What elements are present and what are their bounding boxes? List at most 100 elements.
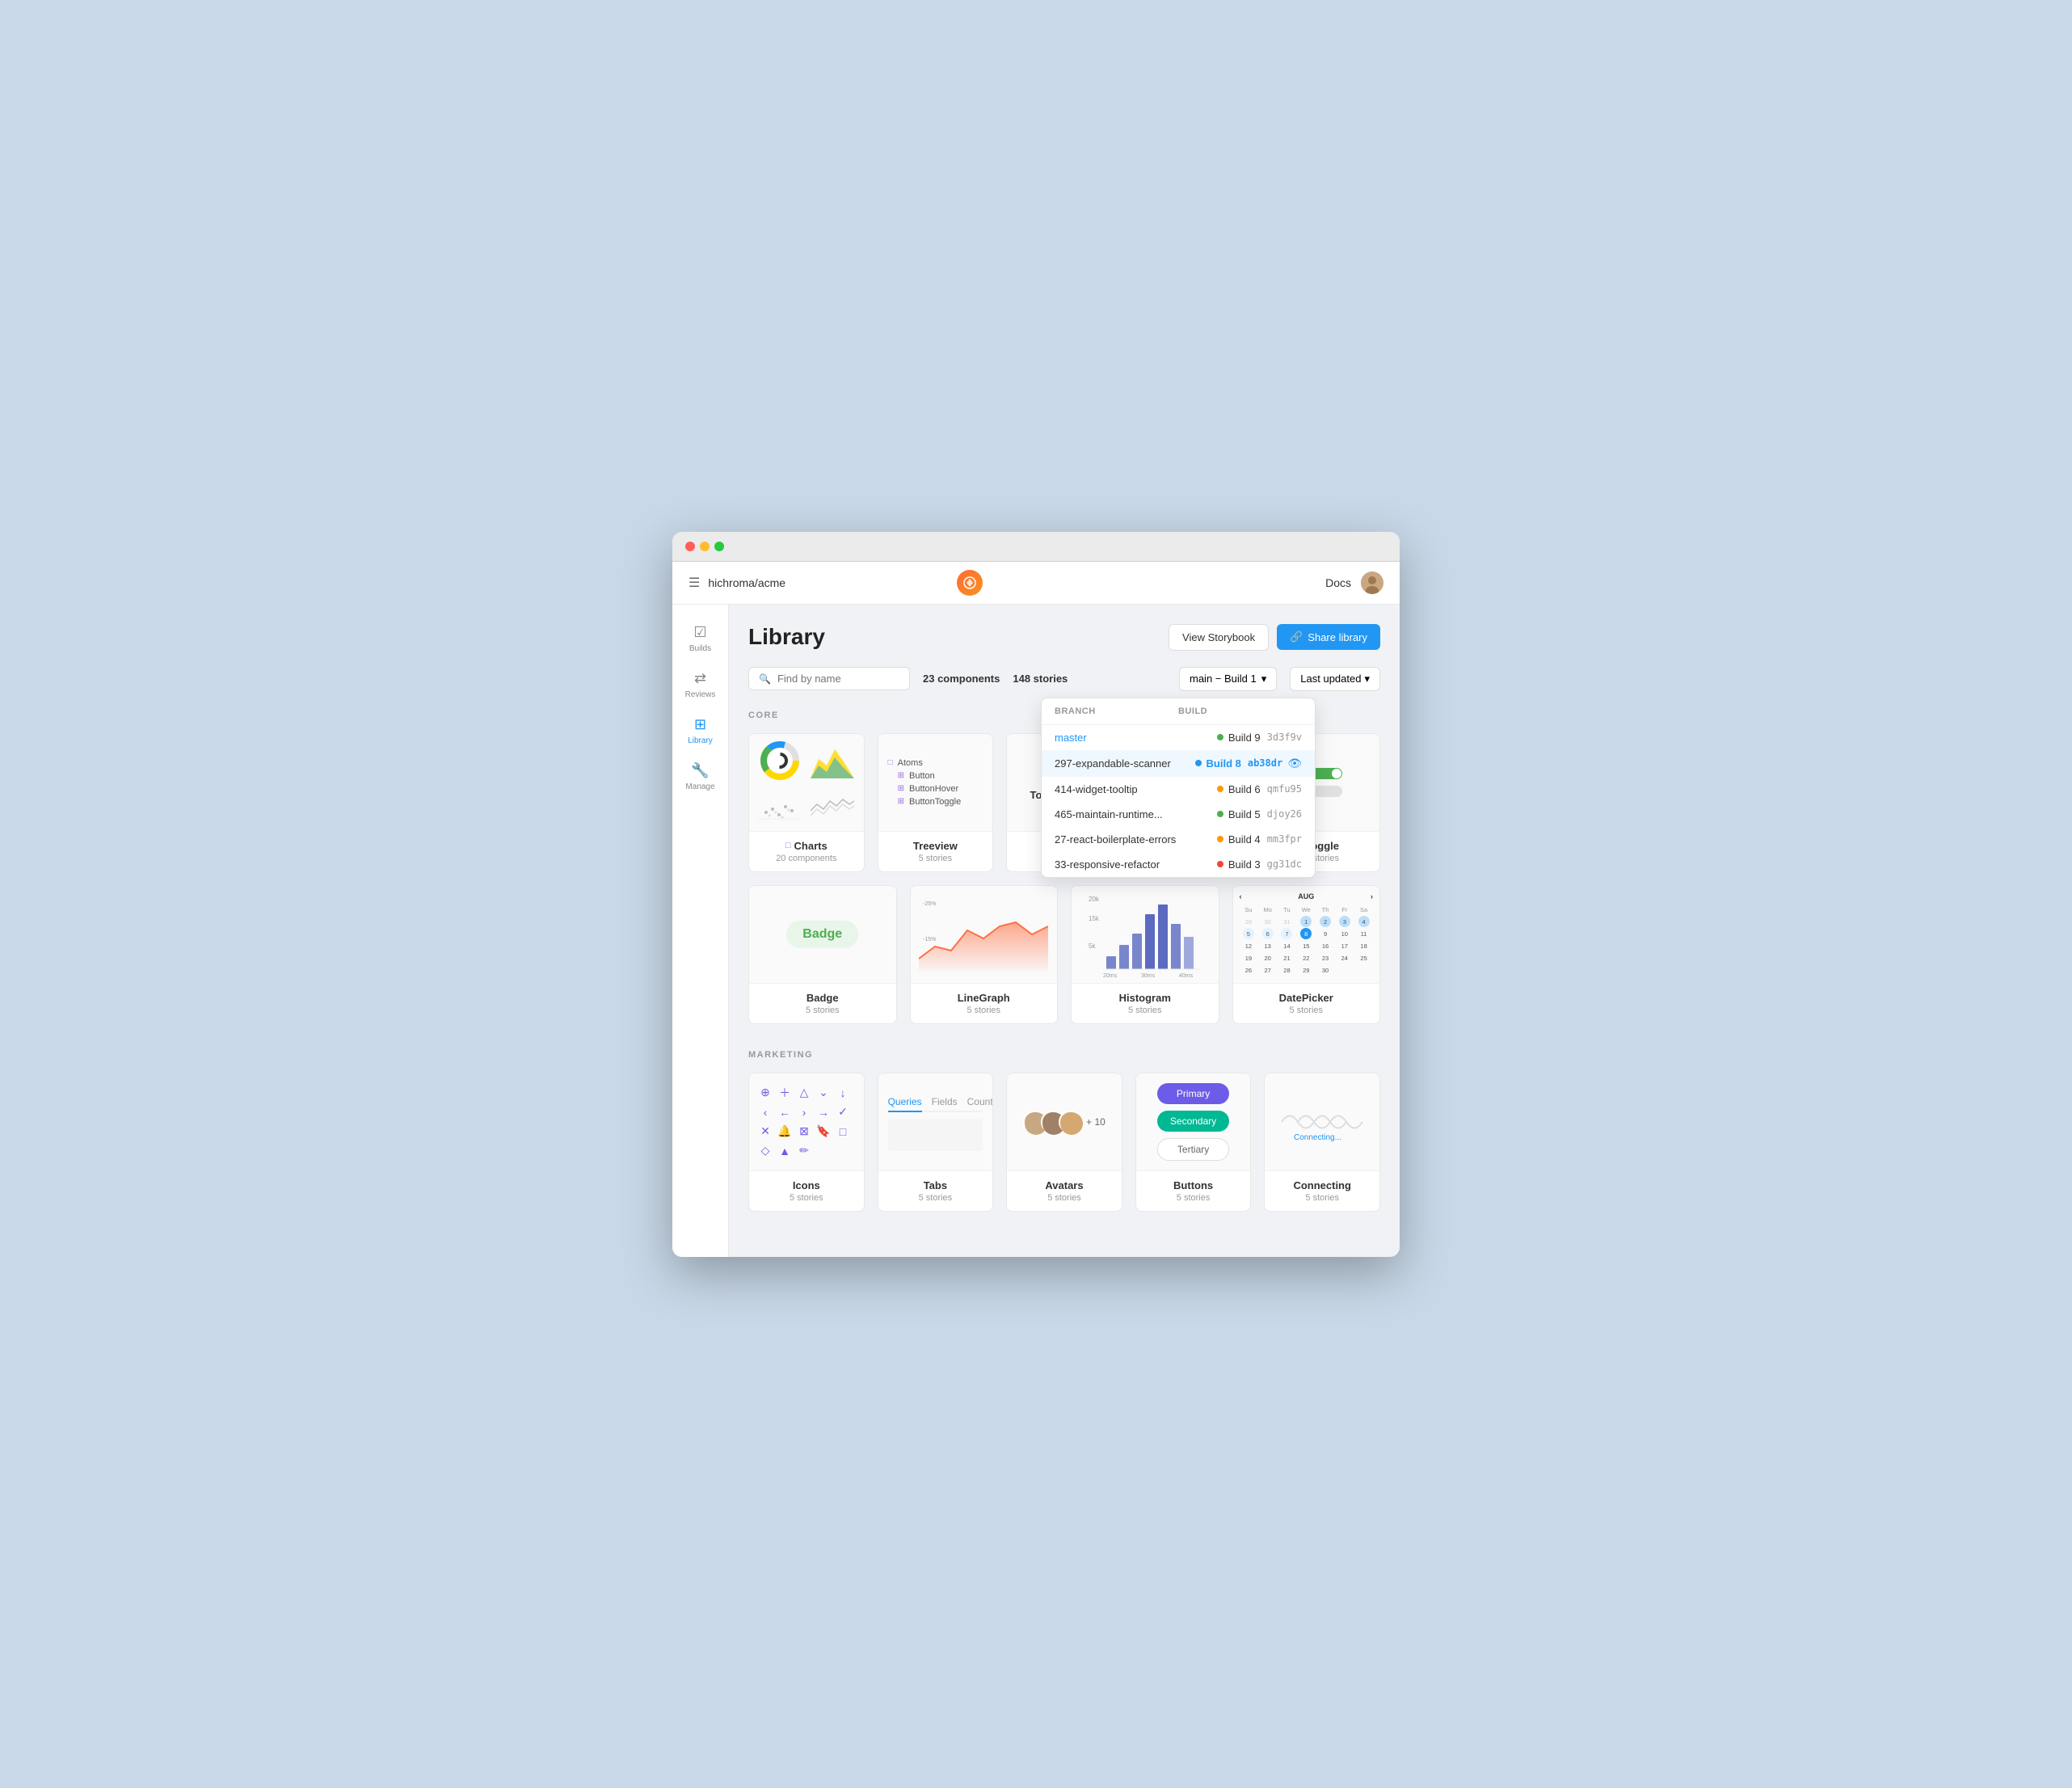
traffic-lights	[685, 542, 724, 551]
sidebar-label-manage: Manage	[685, 782, 714, 792]
share-library-button[interactable]: 🔗 Share library	[1277, 624, 1380, 650]
sidebar-item-library[interactable]: ⊞ Library	[678, 710, 723, 753]
branch-col-header: BRANCH	[1055, 706, 1178, 716]
component-card-treeview[interactable]: □ Atoms ⊞ Button ⊞ ButtonHover	[878, 733, 994, 872]
svg-text:-25%: -25%	[923, 901, 936, 907]
component-card-connecting[interactable]: Connecting... Connecting 5 stories	[1264, 1073, 1380, 1212]
chevron-down-icon: ▾	[1261, 673, 1267, 685]
page-header: Library View Storybook 🔗 Share library	[748, 624, 1380, 651]
sidebar-item-builds[interactable]: ☑ Builds	[678, 618, 723, 660]
search-icon: 🔍	[759, 673, 771, 685]
build-number-master: Build 9	[1228, 732, 1261, 744]
component-card-histogram[interactable]: 20k 15k 5k 20ms 30ms	[1071, 885, 1219, 1024]
branch-row-414[interactable]: 414-widget-tooltip Build 6 qmfu95	[1042, 777, 1315, 802]
minimize-button[interactable]	[700, 542, 710, 551]
linegraph-footer: LineGraph 5 stories	[911, 983, 1058, 1023]
icon-display: ◇	[759, 1145, 772, 1158]
connecting-card-meta: 5 stories	[1274, 1193, 1370, 1203]
maximize-button[interactable]	[714, 542, 724, 551]
build-dot-33	[1217, 861, 1223, 867]
topnav-right: Docs	[1325, 571, 1383, 594]
tabs-content: Queries Fields Count	[878, 1083, 993, 1161]
buttons-preview: Primary Secondary Tertiary	[1136, 1073, 1251, 1170]
badge-preview: Badge	[749, 886, 896, 983]
sidebar-label-reviews: Reviews	[685, 690, 716, 700]
topnav-left: ☰ hichroma/acme	[689, 575, 785, 591]
component-card-charts[interactable]: □ Charts 20 components	[748, 733, 865, 872]
docs-link[interactable]: Docs	[1325, 576, 1351, 589]
tabs-row: Queries Fields Count	[888, 1093, 983, 1112]
treeview-card-meta: 5 stories	[888, 854, 983, 863]
search-box[interactable]: 🔍	[748, 667, 910, 690]
sidebar-label-library: Library	[688, 736, 713, 746]
build-number-27: Build 4	[1228, 833, 1261, 846]
branch-row-465[interactable]: 465-maintain-runtime... Build 5 djoy26	[1042, 802, 1315, 827]
datepicker-footer: DatePicker 5 stories	[1233, 983, 1380, 1023]
datepicker-content: ‹ AUG › Su Mo Tu We Th Fr	[1233, 886, 1380, 982]
svg-text:5k: 5k	[1089, 942, 1096, 950]
sidebar-item-manage[interactable]: 🔧 Manage	[678, 756, 723, 799]
buttons-card-meta: 5 stories	[1146, 1193, 1241, 1203]
logo-icon	[957, 570, 983, 596]
icon-display: ›	[798, 1106, 811, 1119]
tab-fields[interactable]: Fields	[932, 1093, 958, 1111]
icon-display: ▲	[778, 1145, 791, 1158]
branch-row-27[interactable]: 27-react-boilerplate-errors Build 4 mm3f…	[1042, 827, 1315, 852]
build-number-297: Build 8	[1207, 757, 1241, 770]
marketing-grid: ⊕ ＋ △ ⌄ ↓ ‹ ← › → ✓ ✕ 🔔 ⊠	[748, 1073, 1380, 1212]
svg-text:30ms: 30ms	[1141, 973, 1156, 979]
treeview-content: □ Atoms ⊞ Button ⊞ ButtonHover	[878, 747, 993, 818]
share-icon: 🔗	[1290, 630, 1303, 643]
branch-row-297[interactable]: 297-expandable-scanner Build 8 ab38dr 👁	[1042, 750, 1315, 777]
branch-row-33[interactable]: 33-responsive-refactor Build 3 gg31dc	[1042, 852, 1315, 877]
user-avatar[interactable]	[1361, 571, 1383, 594]
branch-name-master: master	[1055, 732, 1211, 744]
component-card-datepicker[interactable]: ‹ AUG › Su Mo Tu We Th Fr	[1232, 885, 1381, 1024]
icon-display: □	[836, 1125, 849, 1138]
avatar-stack	[1023, 1111, 1081, 1133]
linegraph-card-meta: 5 stories	[920, 1006, 1048, 1015]
component-card-linegraph[interactable]: -25% -15% LineGraph 5 stories	[910, 885, 1059, 1024]
treeview-footer: Treeview 5 stories	[878, 831, 993, 871]
last-updated-selector[interactable]: Last updated ▾	[1290, 667, 1380, 691]
component-card-badge[interactable]: Badge Badge 5 stories	[748, 885, 897, 1024]
cal-grid: Su Mo Tu We Th Fr Sa 29 30 31 1	[1240, 904, 1374, 976]
charts-preview	[749, 734, 864, 831]
tree-item-atoms: □ Atoms	[888, 757, 983, 770]
branch-name-297: 297-expandable-scanner	[1055, 757, 1189, 770]
marketing-section-label: MARKETING	[748, 1050, 1380, 1060]
component-card-icons[interactable]: ⊕ ＋ △ ⌄ ↓ ‹ ← › → ✓ ✕ 🔔 ⊠	[748, 1073, 865, 1212]
view-storybook-button[interactable]: View Storybook	[1169, 624, 1269, 651]
close-button[interactable]	[685, 542, 695, 551]
chevron-down-icon: ▾	[1364, 673, 1370, 685]
main-layout: ☑ Builds ⇄ Reviews ⊞ Library 🔧 Manage Li…	[672, 605, 1400, 1257]
connecting-content: Connecting...	[1265, 1088, 1379, 1156]
cal-month: AUG	[1298, 892, 1314, 900]
charts-footer: □ Charts 20 components	[749, 831, 864, 871]
avatars-preview: + 10	[1007, 1073, 1122, 1170]
component-card-tabs[interactable]: Queries Fields Count Tabs 5 stories	[878, 1073, 994, 1212]
charts-card-name: Charts	[794, 840, 828, 852]
branch-row-master[interactable]: master Build 9 3d3f9v	[1042, 725, 1315, 750]
build-hash-27: mm3fpr	[1267, 833, 1302, 845]
tab-count[interactable]: Count	[967, 1093, 993, 1111]
svg-text:20k: 20k	[1089, 896, 1100, 903]
build-hash-master: 3d3f9v	[1267, 732, 1302, 743]
tab-queries[interactable]: Queries	[888, 1093, 922, 1112]
branch-selector[interactable]: main − Build 1 ▾	[1179, 667, 1277, 691]
icon-display: ✓	[836, 1106, 849, 1119]
avatar-count: + 10	[1086, 1116, 1105, 1128]
avatars-footer: Avatars 5 stories	[1007, 1170, 1122, 1211]
search-input[interactable]	[777, 673, 891, 685]
connecting-footer: Connecting 5 stories	[1265, 1170, 1379, 1211]
build-hash-297: ab38dr	[1248, 757, 1282, 769]
tertiary-button-preview: Tertiary	[1157, 1138, 1229, 1161]
svg-text:40ms: 40ms	[1179, 973, 1194, 979]
component-card-buttons[interactable]: Primary Secondary Tertiary Buttons 5 sto…	[1135, 1073, 1252, 1212]
menu-icon[interactable]: ☰	[689, 575, 700, 591]
branch-name-414: 414-widget-tooltip	[1055, 783, 1211, 795]
component-card-avatars[interactable]: + 10 Avatars 5 stories	[1006, 1073, 1122, 1212]
manage-icon: 🔧	[691, 762, 709, 779]
build-number-414: Build 6	[1228, 783, 1261, 795]
sidebar-item-reviews[interactable]: ⇄ Reviews	[678, 664, 723, 706]
